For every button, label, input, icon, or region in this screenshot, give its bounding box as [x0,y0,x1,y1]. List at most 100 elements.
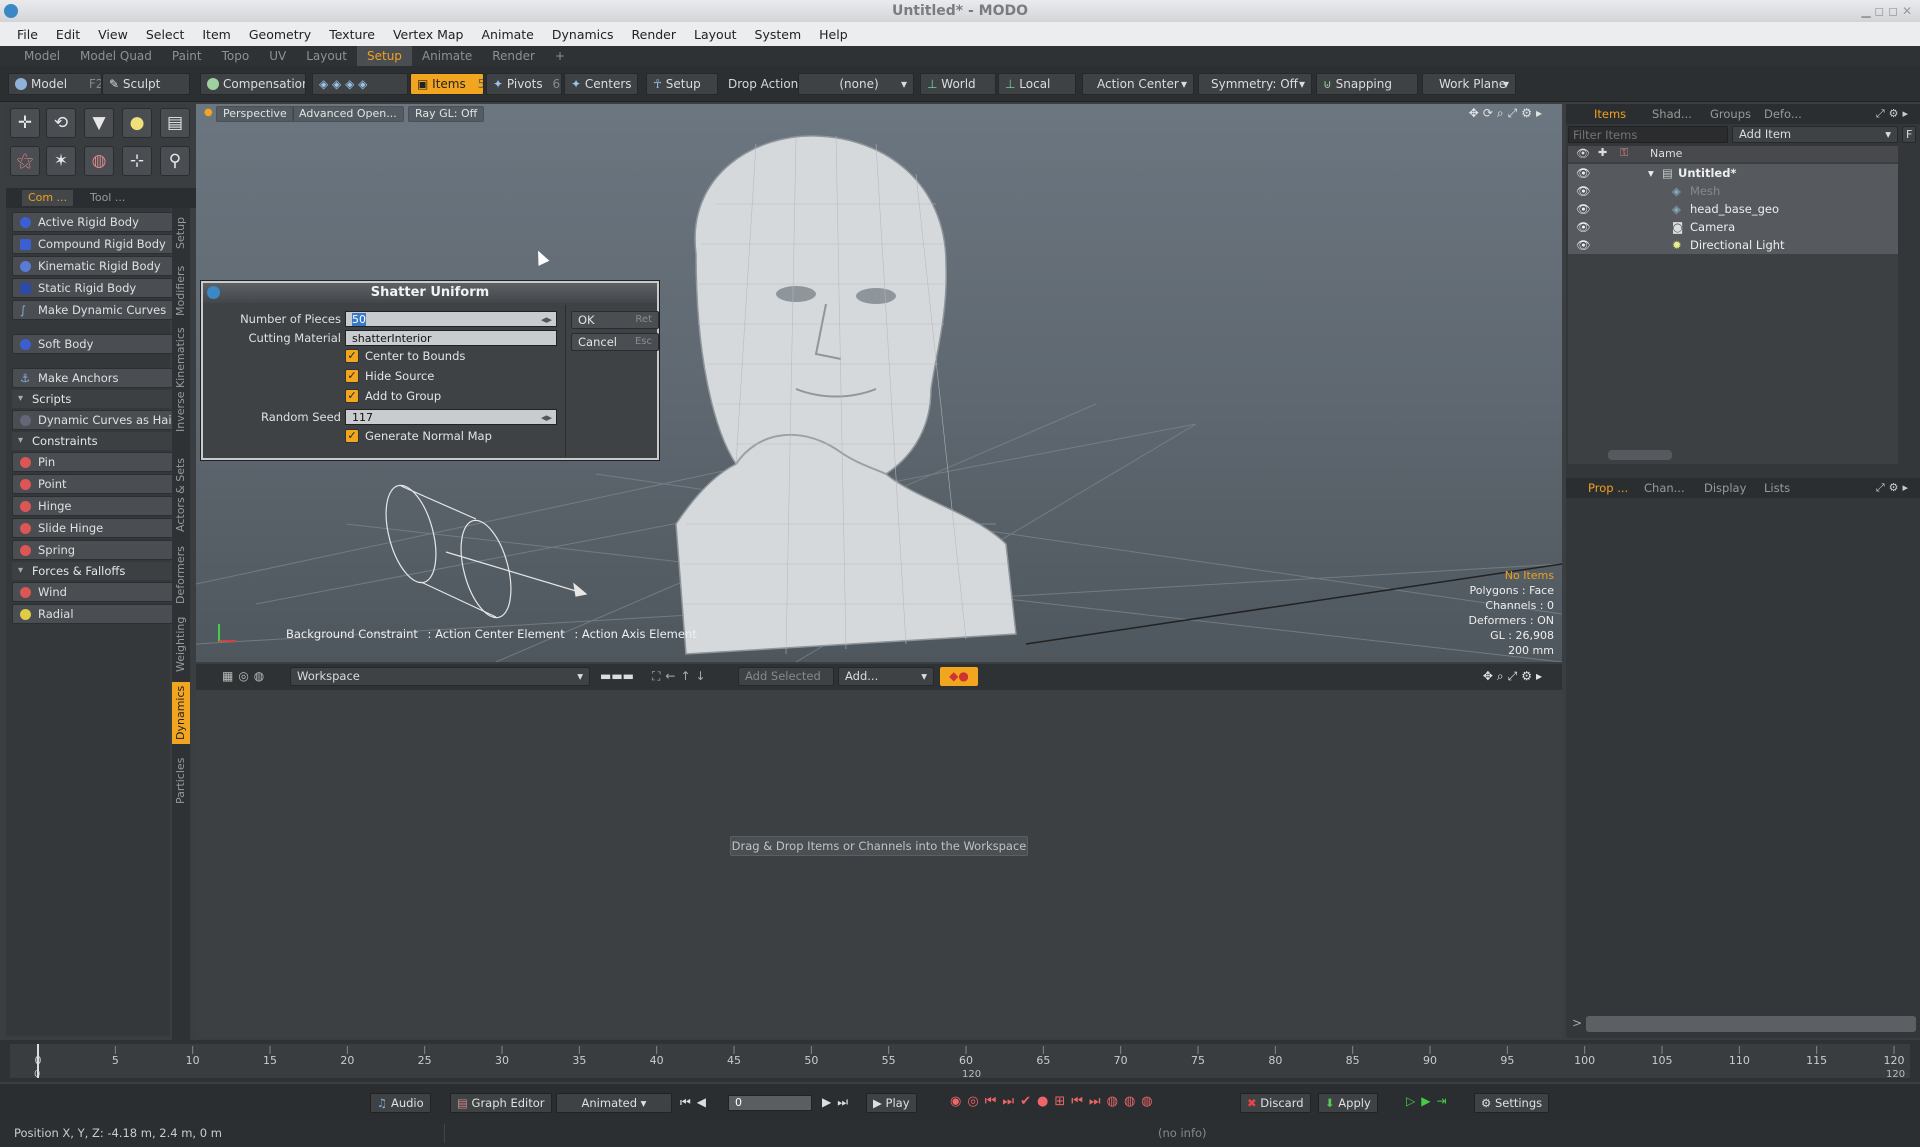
menu-view[interactable]: View [89,27,137,42]
selection-mode-group[interactable]: ◈ ◈ ◈ ◈ [312,73,408,95]
snapping-button[interactable]: ⊍ Snapping [1316,73,1418,95]
add-item-dropdown[interactable]: Add Item ▾ [1732,126,1898,143]
name-column-header[interactable]: Name [1650,147,1682,160]
menu-animate[interactable]: Animate [473,27,543,42]
spotlight-icon[interactable]: ▼ [84,108,114,138]
panel-options-icons[interactable]: ⤢⚙▸ [1876,107,1912,121]
constraints-header[interactable]: Constraints [12,432,174,450]
tab-topo[interactable]: Topo [212,46,260,66]
perspective-button[interactable]: Perspective [216,106,294,122]
items-mode-button[interactable]: ▣ Items 5 [410,73,484,95]
audio-button[interactable]: ♫ Audio [370,1093,431,1113]
tab-properties[interactable]: Prop ... [1580,478,1636,498]
grid-layout-icon[interactable]: ▬▬▬ [600,669,634,683]
eye-icon[interactable]: 👁 [1576,218,1591,236]
spring-constraint-button[interactable]: Spring [12,540,174,560]
tab-tool[interactable]: Tool ... [84,190,131,206]
command-line[interactable] [1586,1016,1916,1032]
tab-lists[interactable]: Lists [1756,478,1798,498]
apply-button[interactable]: ⬇ Apply [1318,1093,1378,1113]
add-dropdown[interactable]: Add... ▾ [838,667,934,686]
menu-geometry[interactable]: Geometry [240,27,320,42]
vtab-deformers[interactable]: Deformers [172,544,190,606]
item-row-mesh[interactable]: 👁 ◈ Mesh [1568,182,1898,200]
item-list-scrollbar[interactable] [1608,450,1672,460]
camera-tool-icon[interactable]: ▤ [160,108,190,138]
settings-button[interactable]: ⚙ Settings [1474,1093,1550,1113]
panel-options-icons[interactable]: ⤢⚙▸ [1876,481,1912,495]
model-mode-button[interactable]: Model F2 [8,73,102,95]
pin-constraint-button[interactable]: Pin [12,452,174,472]
hide-source-checkbox[interactable]: ✓ [345,369,359,383]
skip-end-icons[interactable]: ▶⏭ [822,1095,854,1110]
vtab-particles[interactable]: Particles [172,752,190,810]
window-controls[interactable]: ▁ ◻ ◻ ✕ [1861,0,1912,22]
tab-animate[interactable]: Animate [412,46,482,66]
light-icon[interactable]: ● [122,108,152,138]
cancel-button[interactable]: Cancel Esc [571,333,659,351]
tab-deformers[interactable]: Defo... [1756,104,1810,124]
slide-hinge-constraint-button[interactable]: Slide Hinge [12,518,174,538]
symmetry-select[interactable]: Symmetry: Off ▾ [1198,73,1312,95]
center-to-bounds-checkbox[interactable]: ✓ [345,349,359,363]
discard-button[interactable]: ✖ Discard [1240,1093,1311,1113]
filter-items-input[interactable] [1568,126,1728,143]
expand-icon[interactable]: ▾ [1648,164,1654,182]
keyframe-toggle-icons[interactable]: ◆● [940,667,978,686]
tab-channels[interactable]: Chan... [1636,478,1693,498]
pivots-mode-button[interactable]: ✦ Pivots 6 [486,73,562,95]
tab-setup[interactable]: Setup [357,46,412,66]
vtab-modifiers[interactable]: Modifiers [172,264,190,318]
point-constraint-button[interactable]: Point [12,474,174,494]
workspace-select[interactable]: Workspace ▾ [290,667,590,686]
eye-icon[interactable]: 👁 [1576,182,1591,200]
add-selected-button[interactable]: Add Selected [738,667,834,686]
make-dynamic-curves-button[interactable]: ∫ Make Dynamic Curves [12,300,174,320]
wind-force-button[interactable]: Wind [12,582,174,602]
item-row-head-geo[interactable]: 👁 ◈ head_base_geo [1568,200,1898,218]
menu-edit[interactable]: Edit [47,27,89,42]
sphere-gizmo-icon[interactable]: ◍ [84,146,114,176]
vtab-actors-sets[interactable]: Actors & Sets [172,454,190,536]
add-tab-icon[interactable]: + [545,46,575,66]
tab-items[interactable]: Items [1586,104,1634,124]
workspace-tool-icons[interactable]: ▦◎◍ [222,669,269,683]
graph-editor-button[interactable]: ▤ Graph Editor [450,1093,552,1113]
locator-icon[interactable]: ⚝ [10,146,40,176]
animated-dropdown[interactable]: Animated ▾ [556,1093,672,1113]
skeleton-icon[interactable]: ⚲ [160,146,190,176]
sculpt-mode-button[interactable]: ✎ Sculpt [102,73,190,95]
compensation-button[interactable]: Compensation [200,73,306,95]
raygl-button[interactable]: Ray GL: Off [408,106,485,122]
skip-start-icons[interactable]: ⏮◀ [680,1095,712,1110]
menu-dynamics[interactable]: Dynamics [543,27,623,42]
tab-commands[interactable]: Com ... [22,190,74,206]
soft-body-button[interactable]: Soft Body [12,334,174,354]
generate-normal-map-checkbox[interactable]: ✓ [345,429,359,443]
tab-uv[interactable]: UV [259,46,296,66]
shading-button[interactable]: Advanced Open... [292,106,404,122]
menu-select[interactable]: Select [137,27,194,42]
transform-tool-icon[interactable]: ✛ [10,108,40,138]
menu-help[interactable]: Help [810,27,857,42]
slider-arrows-icon[interactable]: ◂▸ [541,410,552,426]
tab-model[interactable]: Model [14,46,70,66]
tab-paint[interactable]: Paint [162,46,212,66]
eye-icon[interactable]: 👁 [1576,164,1591,182]
scripts-header[interactable]: Scripts [12,390,174,408]
tab-groups[interactable]: Groups [1702,104,1759,124]
rotate-tool-icon[interactable]: ⟲ [46,108,76,138]
tab-layout[interactable]: Layout [296,46,357,66]
menu-layout[interactable]: Layout [685,27,746,42]
active-rigid-body-button[interactable]: Active Rigid Body [12,212,174,232]
tree-nav-icons[interactable]: ⛶←↑↓ [652,669,711,684]
kinematic-rigid-body-button[interactable]: Kinematic Rigid Body [12,256,174,276]
vtab-weighting[interactable]: Weighting [172,614,190,674]
item-row-camera[interactable]: 👁 ◙ Camera [1568,218,1898,236]
play-button[interactable]: ▶ Play [866,1093,917,1113]
forces-header[interactable]: Forces & Falloffs [12,562,174,580]
joint-icon[interactable]: ✶ [46,146,76,176]
tab-model-quad[interactable]: Model Quad [70,46,162,66]
menu-vertex-map[interactable]: Vertex Map [384,27,473,42]
filter-f-button[interactable]: F [1902,126,1916,143]
